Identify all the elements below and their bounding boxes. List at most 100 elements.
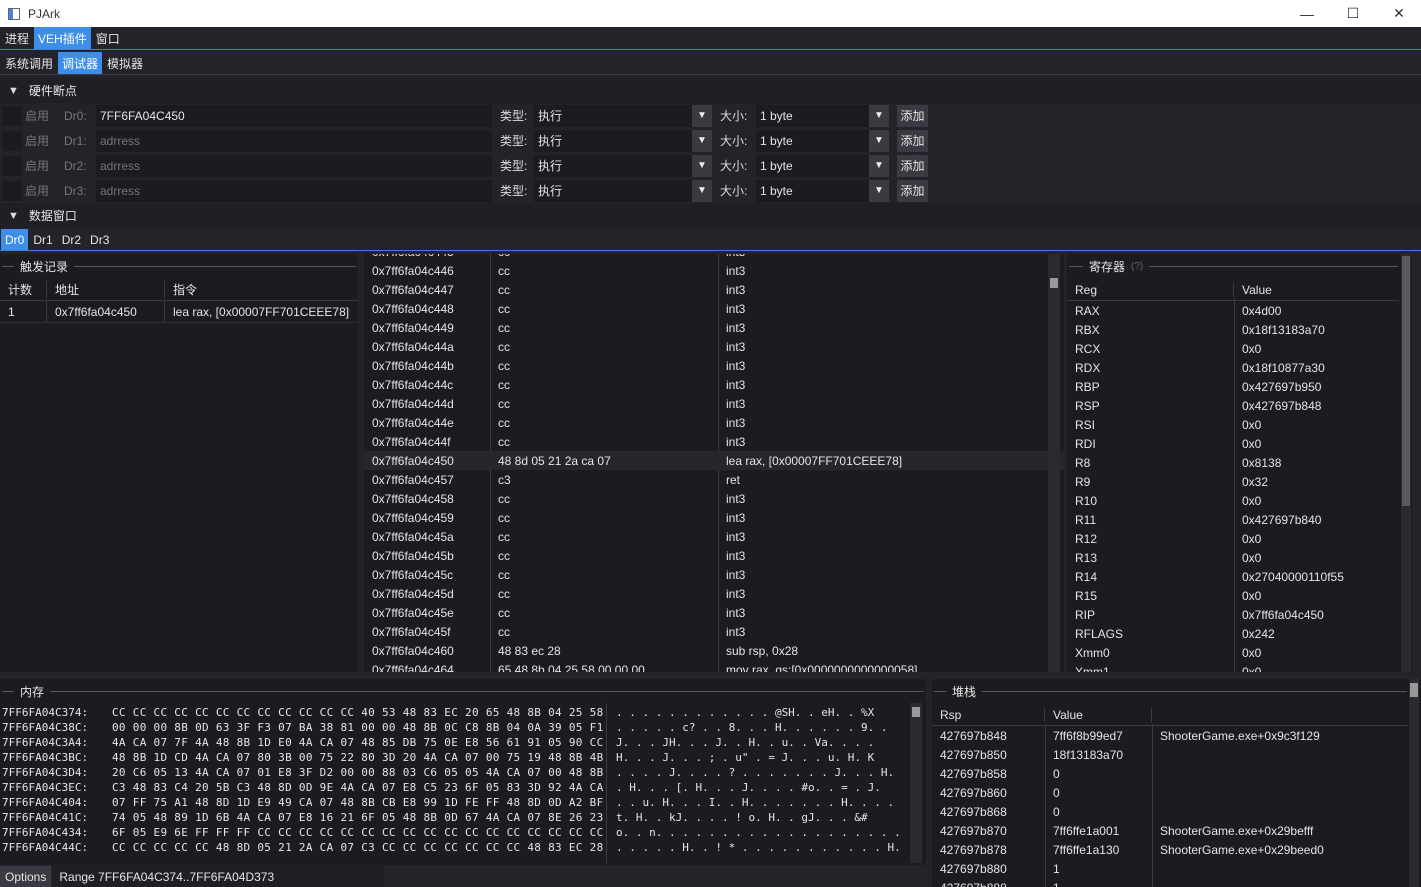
tab-dr0[interactable]: Dr0 [1,229,29,250]
collapse-triangle-icon[interactable]: ▼ [8,85,19,97]
chevron-down-icon[interactable]: ▼ [692,129,712,152]
address-input[interactable]: adrress [96,154,492,177]
list-item[interactable]: 0x7ff6fa04c45f cc int3 [364,622,1064,641]
list-item[interactable]: 0x7ff6fa04c44c cc int3 [364,375,1064,394]
maximize-button[interactable]: ☐ [1330,0,1376,27]
table-row[interactable]: R14 0x27040000110f55 [1067,567,1399,586]
table-row[interactable]: Xmm1 0x0 [1067,662,1399,673]
table-row[interactable]: Xmm0 0x0 [1067,643,1399,662]
enable-checkbox[interactable] [2,180,22,201]
table-row[interactable]: 427697b870 7ff6ffe1a001 ShooterGame.exe+0x… [932,821,1408,840]
scroll-thumb[interactable] [1050,278,1058,288]
add-button[interactable]: 添加 [897,179,928,202]
table-row[interactable]: 427697b858 0 [932,764,1408,783]
memory-row[interactable]: 7FF6FA04C3EC: C3 48 83 C4 20 5B C3 48 8D … [0,780,926,795]
table-row[interactable]: RDI 0x0 [1067,434,1399,453]
table-row[interactable]: 427697b880 1 [932,859,1408,878]
type-select[interactable]: 执行 ▼ [534,154,712,177]
address-input[interactable]: 7FF6FA04C450 [96,104,492,127]
table-row[interactable]: RSP 0x427697b848 [1067,396,1399,415]
type-select[interactable]: 执行 ▼ [534,179,712,202]
table-row[interactable]: R8 0x8138 [1067,453,1399,472]
table-row[interactable]: R13 0x0 [1067,548,1399,567]
registers-scrollbar[interactable] [1401,254,1411,672]
list-item[interactable]: 0x7ff6fa04c45d cc int3 [364,584,1064,603]
memory-row[interactable]: 7FF6FA04C404: 07 FF 75 A1 48 8D 1D E9 49 … [0,795,926,810]
enable-checkbox[interactable] [2,105,22,126]
table-row[interactable]: 427697b860 0 [932,783,1408,802]
memory-row[interactable]: 7FF6FA04C374: CC CC CC CC CC CC CC CC CC … [0,705,926,720]
col-address[interactable]: 地址 [47,281,165,298]
table-row[interactable]: R10 0x0 [1067,491,1399,510]
memory-scrollbar[interactable] [910,703,922,863]
memory-row[interactable]: 7FF6FA04C41C: 74 05 48 89 1D 6B 4A CA 07 … [0,810,926,825]
col-instruction[interactable]: 指令 [165,281,358,298]
table-row[interactable]: R9 0x32 [1067,472,1399,491]
list-item[interactable]: 0x7ff6fa04c44b cc int3 [364,356,1064,375]
memory-row[interactable]: 7FF6FA04C3D4: 20 C6 05 13 4A CA 07 01 E8 … [0,765,926,780]
table-row[interactable]: 427697b868 0 [932,802,1408,821]
menu-veh-plugin[interactable]: VEH插件 [34,27,91,49]
list-item[interactable]: 0x7ff6fa04c45a cc int3 [364,527,1064,546]
list-item[interactable]: 0x7ff6fa04c446 cc int3 [364,261,1064,280]
chevron-down-icon[interactable]: ▼ [692,104,712,127]
tab-emulator[interactable]: 模拟器 [103,52,147,74]
hw-breakpoint-header[interactable]: ▼ 硬件断点 [0,78,1421,103]
tab-dr2[interactable]: Dr2 [58,229,85,250]
list-item[interactable]: 0x7ff6fa04c458 cc int3 [364,489,1064,508]
list-item[interactable]: 0x7ff6fa04c445ccint3 [364,254,1064,261]
list-item[interactable]: 0x7ff6fa04c457 c3 ret [364,470,1064,489]
list-item[interactable]: 0x7ff6fa04c448 cc int3 [364,299,1064,318]
disasm-scrollbar[interactable] [1048,254,1060,672]
memory-row[interactable]: 7FF6FA04C38C: 00 00 00 8B 0D 63 3F F3 07 … [0,720,926,735]
table-row[interactable]: RFLAGS 0x242 [1067,624,1399,643]
address-input[interactable]: adrress [96,129,492,152]
chevron-down-icon[interactable]: ▼ [869,154,889,177]
list-item[interactable]: 0x7ff6fa04c450 48 8d 05 21 2a ca 07 lea ra… [364,451,1064,470]
list-item[interactable]: 0x7ff6fa04c459 cc int3 [364,508,1064,527]
size-select[interactable]: 1 byte ▼ [756,179,889,202]
list-item[interactable]: 0x7ff6fa04c45b cc int3 [364,546,1064,565]
chevron-down-icon[interactable]: ▼ [869,104,889,127]
col-rsp[interactable]: Rsp [932,707,1045,722]
chevron-down-icon[interactable]: ▼ [692,154,712,177]
tab-dr3[interactable]: Dr3 [86,229,113,250]
table-row[interactable]: RCX 0x0 [1067,339,1399,358]
list-item[interactable]: 0x7ff6fa04c449 cc int3 [364,318,1064,337]
memory-row[interactable]: 7FF6FA04C3BC: 48 8B 1D CD 4A CA 07 80 3B … [0,750,926,765]
options-button[interactable]: Options [0,866,52,887]
memory-row[interactable]: 7FF6FA04C434: 6F 05 E9 6E FF FF FF CC CC … [0,825,926,840]
table-row[interactable]: RAX 0x4d00 [1067,301,1399,320]
add-button[interactable]: 添加 [897,154,928,177]
table-row[interactable]: 427697b848 7ff6f8b99ed7 ShooterGame.exe+0x… [932,726,1408,745]
help-icon[interactable]: (?) [1131,261,1143,272]
table-row[interactable]: R11 0x427697b840 [1067,510,1399,529]
table-row[interactable]: RDX 0x18f10877a30 [1067,358,1399,377]
table-row[interactable]: 427697b878 7ff6ffe1a130 ShooterGame.exe+0x… [932,840,1408,859]
address-input[interactable]: adrress [96,179,492,202]
memory-row[interactable]: 7FF6FA04C44C: CC CC CC CC CC 48 8D 05 21 … [0,840,926,855]
table-row[interactable]: RIP 0x7ff6fa04c450 [1067,605,1399,624]
col-stack-value[interactable]: Value [1045,707,1152,722]
size-select[interactable]: 1 byte ▼ [756,154,889,177]
list-item[interactable]: 0x7ff6fa04c447 cc int3 [364,280,1064,299]
scroll-thumb[interactable] [912,707,920,717]
table-row[interactable]: 427697b850 18f13183a70 [932,745,1408,764]
data-window-header[interactable]: ▼ 数据窗口 [0,203,1421,228]
tab-dr1[interactable]: Dr1 [29,229,56,250]
tab-debugger[interactable]: 调试器 [58,52,103,74]
list-item[interactable]: 0x7ff6fa04c460 48 83 ec 28 sub rsp, 0x28 [364,641,1064,660]
stack-scrollbar[interactable] [1409,679,1419,887]
table-row[interactable]: R15 0x0 [1067,586,1399,605]
add-button[interactable]: 添加 [897,129,928,152]
list-item[interactable]: 0x7ff6fa04c45e cc int3 [364,603,1064,622]
enable-checkbox[interactable] [2,155,22,176]
scroll-thumb[interactable] [1410,683,1418,697]
table-row[interactable]: 427697b8881 [932,878,1408,887]
collapse-triangle-icon[interactable]: ▼ [8,210,19,222]
table-row[interactable]: 1 0x7ff6fa04c450 lea rax, [0x00007FF701C… [0,300,358,323]
table-row[interactable]: RBP 0x427697b950 [1067,377,1399,396]
enable-checkbox[interactable] [2,130,22,151]
list-item[interactable]: 0x7ff6fa04c44e cc int3 [364,413,1064,432]
list-item[interactable]: 0x7ff6fa04c44a cc int3 [364,337,1064,356]
